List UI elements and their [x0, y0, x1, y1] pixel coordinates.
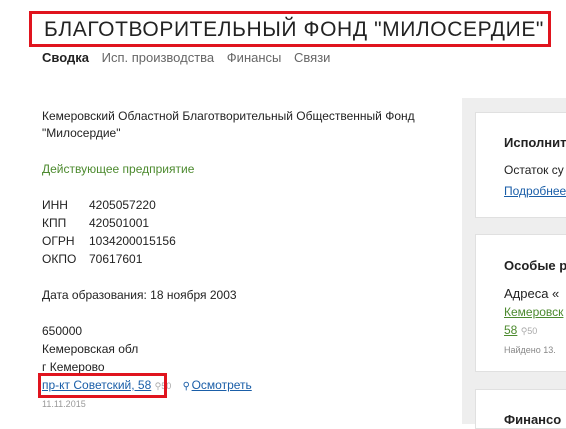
address-highlight-box — [38, 373, 167, 398]
company-details: Кемеровский Областной Благотворительный … — [0, 0, 460, 424]
okpo-label: ОКПО — [42, 252, 77, 266]
card-special-link2[interactable]: 58 — [504, 323, 517, 337]
card-special-row: 58 ⚲50 — [504, 323, 537, 337]
map-pin-icon[interactable]: ⚲ — [183, 379, 191, 392]
ogrn-value: 1034200015156 — [89, 234, 176, 248]
founded-label: Дата образования: — [42, 288, 147, 302]
card-special-text: Адреса « — [504, 286, 560, 301]
card-enforcement-title: Исполнит — [504, 135, 566, 150]
full-name-line1: Кемеровский Областной Благотворительный … — [42, 109, 415, 123]
founded-value: 18 ноября 2003 — [150, 288, 237, 302]
ogrn-label: ОГРН — [42, 234, 75, 248]
founded-row: Дата образования: 18 ноября 2003 — [42, 287, 237, 303]
view-link[interactable]: Осмотреть — [192, 378, 252, 392]
kpp-label: КПП — [42, 216, 67, 230]
card-finance-title: Финансо — [504, 412, 562, 427]
inn-value: 4205057220 — [89, 198, 156, 212]
card-enforcement: Исполнит Остаток су Подробнее — [475, 112, 566, 218]
status-text: Действующее предприятие — [42, 162, 195, 176]
inn-label: ИНН — [42, 198, 68, 212]
full-name-line2: "Милосердие" — [42, 126, 121, 140]
card-enforcement-text: Остаток су — [504, 163, 564, 177]
card-finance: Финансо — [475, 389, 566, 429]
card-special-rating: 50 — [527, 326, 538, 336]
address-date: 11.11.2015 — [42, 399, 86, 409]
card-special-title: Особые р — [504, 258, 566, 273]
region: Кемеровская обл — [42, 342, 139, 356]
card-special: Особые р Адреса « Кемеровск 58 ⚲50 Найде… — [475, 234, 566, 372]
kpp-value: 420501001 — [89, 216, 150, 230]
card-enforcement-link[interactable]: Подробнее — [504, 184, 566, 198]
card-special-link1[interactable]: Кемеровск — [504, 305, 563, 319]
okpo-value: 70617601 — [89, 252, 143, 266]
postcode: 650000 — [42, 324, 83, 338]
card-special-found: Найдено 13. — [504, 345, 556, 355]
